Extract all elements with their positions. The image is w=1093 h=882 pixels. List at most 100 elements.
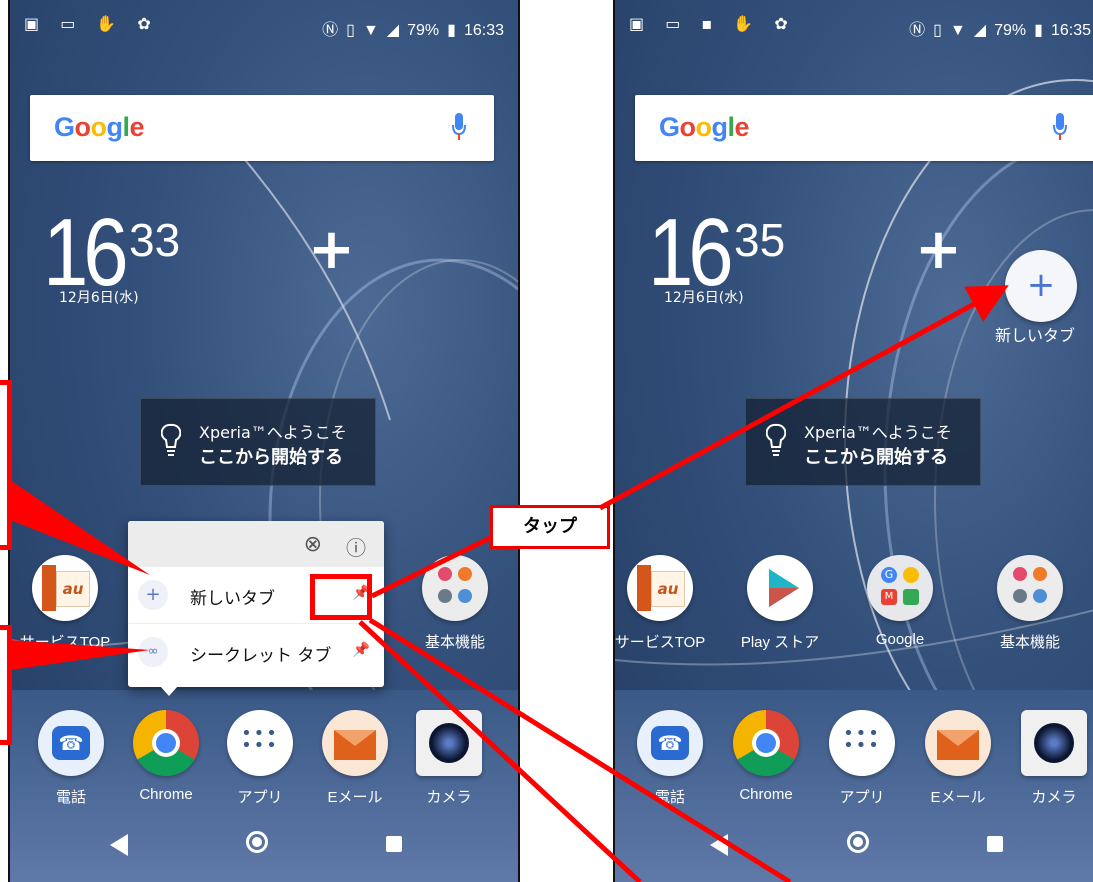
status-right: Ⓝ ▯ ▼ ◢ 79% ▮ 16:35 — [901, 16, 1091, 40]
pin-icon[interactable]: 📌 — [353, 642, 370, 658]
dock-chrome[interactable]: Chrome — [711, 710, 821, 803]
right-phone-screen: ▣ ▭ ▪ ✋ ✿ Ⓝ ▯ ▼ ◢ 79% ▮ 16:35 Google 16 35 12月… — [613, 0, 1093, 882]
status-right: Ⓝ ▯ ▼ ◢ 79% ▮ 16:33 — [314, 16, 504, 40]
au-icon: au — [627, 555, 693, 621]
status-bar: ▣ ▭ ▪ ✋ ✿ Ⓝ ▯ ▼ ◢ 79% ▮ 16:35 — [615, 12, 1093, 40]
clock-widget[interactable]: 16 35 12月6日(水) — [648, 205, 785, 307]
app-basic-functions[interactable]: 基本機能 — [975, 555, 1085, 652]
dock: ☎ 電話 Chrome ••• ••• アプリ Eメール カメラ — [615, 690, 1093, 882]
clock-minute: 35 — [734, 214, 786, 266]
clock-minute: 33 — [129, 214, 181, 266]
welcome-title: Xperia™へようこそ — [199, 423, 347, 442]
phone-icon: ☎ — [38, 710, 104, 776]
app-service-top[interactable]: au サービスTOP — [614, 555, 715, 652]
status-time: 16:33 — [463, 22, 504, 39]
incognito-icon: ∞ — [138, 637, 168, 667]
app-basic-functions[interactable]: 基本機能 — [400, 555, 510, 652]
left-highlight-box-bottom — [0, 625, 12, 745]
camera-icon — [1021, 710, 1087, 776]
mic-icon[interactable] — [1053, 113, 1067, 143]
recent-apps-icon[interactable] — [386, 836, 402, 852]
play-store-icon — [747, 555, 813, 621]
menu-item-label: シークレット タブ — [190, 646, 332, 666]
status-time: 16:35 — [1050, 22, 1091, 39]
google-logo: Google — [54, 112, 145, 142]
recent-apps-icon[interactable] — [987, 836, 1003, 852]
left-phone-screen: ▣ ▭ ✋ ✿ Ⓝ ▯ ▼ ◢ 79% ▮ 16:33 Google 16 33 12月6日… — [8, 0, 520, 882]
app-google-folder[interactable]: G M Google — [845, 555, 955, 648]
notification-icons: ▣ ▭ ▪ ✋ ✿ — [629, 14, 796, 33]
clock-date: 12月6日(水) — [664, 290, 744, 306]
dock-label: 電話 — [654, 789, 685, 806]
close-icon[interactable]: ⊗ — [304, 532, 322, 557]
basic-functions-icon — [422, 555, 488, 621]
dock-label: 電話 — [55, 789, 86, 806]
xperia-welcome-card[interactable]: Xperia™へようこそ ここから開始する — [745, 398, 981, 486]
menu-item-incognito-tab[interactable]: ∞ シークレット タブ 📌 — [128, 623, 384, 680]
add-widget-plus-icon[interactable]: + — [915, 222, 962, 278]
app-label: サービスTOP — [19, 634, 111, 651]
back-icon[interactable] — [710, 834, 728, 856]
home-icon[interactable] — [246, 831, 268, 853]
tap-callout: タップ — [490, 505, 610, 549]
welcome-action: ここから開始する — [804, 447, 948, 468]
email-icon — [322, 710, 388, 776]
battery-icon: ▮ — [1034, 22, 1043, 39]
dock-email[interactable]: Eメール — [903, 710, 1013, 807]
dock-apps[interactable]: ••• ••• アプリ — [807, 710, 917, 807]
menu-item-label: 新しいタブ — [190, 589, 275, 609]
dock-label: Chrome — [739, 786, 793, 803]
camera-icon — [416, 710, 482, 776]
dock-label: Eメール — [930, 789, 986, 806]
wifi-icon: ▼ — [949, 22, 966, 39]
app-label: 基本機能 — [424, 634, 485, 651]
chrome-icon — [133, 710, 199, 776]
phone-icon: ☎ — [637, 710, 703, 776]
dock-apps[interactable]: ••• ••• アプリ — [205, 710, 315, 807]
home-icon[interactable] — [847, 831, 869, 853]
info-icon[interactable]: ⓘ — [346, 532, 366, 561]
nfc-icon: Ⓝ — [322, 22, 339, 39]
dock-label: カメラ — [1031, 789, 1077, 806]
nav-bar — [10, 806, 518, 882]
email-icon — [925, 710, 991, 776]
lightbulb-icon — [161, 423, 181, 456]
popup-tail — [160, 686, 178, 696]
app-label: サービスTOP — [614, 634, 706, 651]
apps-icon: ••• ••• — [829, 710, 895, 776]
vibrate-icon: ▯ — [346, 22, 355, 39]
dock-phone[interactable]: ☎ 電話 — [16, 710, 126, 807]
popup-header: ⊗ ⓘ — [128, 521, 384, 567]
back-icon[interactable] — [110, 834, 128, 856]
dock-camera[interactable]: カメラ — [394, 710, 504, 807]
status-bar: ▣ ▭ ✋ ✿ Ⓝ ▯ ▼ ◢ 79% ▮ 16:33 — [10, 12, 518, 40]
google-search-bar[interactable]: Google — [635, 95, 1093, 161]
signal-icon: ◢ — [973, 22, 987, 39]
left-highlight-box-top — [0, 380, 12, 550]
vibrate-icon: ▯ — [933, 22, 942, 39]
au-icon: au — [32, 555, 98, 621]
google-search-bar[interactable]: Google — [30, 95, 494, 161]
app-play-store[interactable]: Play ストア — [725, 555, 835, 652]
basic-functions-icon — [997, 555, 1063, 621]
lightbulb-icon — [766, 423, 786, 456]
mic-icon[interactable] — [452, 113, 466, 143]
dock-phone[interactable]: ☎ 電話 — [615, 710, 725, 807]
apps-icon: ••• ••• — [227, 710, 293, 776]
dock-label: カメラ — [426, 789, 472, 806]
app-service-top[interactable]: au サービスTOP — [10, 555, 120, 652]
new-tab-shortcut-icon[interactable]: + — [1005, 250, 1077, 322]
clock-widget[interactable]: 16 33 12月6日(水) — [43, 205, 180, 307]
battery-percent: 79% — [994, 22, 1027, 39]
xperia-welcome-card[interactable]: Xperia™へようこそ ここから開始する — [140, 398, 376, 486]
add-widget-plus-icon[interactable]: + — [308, 222, 355, 278]
chrome-icon — [733, 710, 799, 776]
nfc-icon: Ⓝ — [909, 22, 926, 39]
new-tab-shortcut-label: 新しいタブ — [995, 326, 1076, 345]
dock-camera[interactable]: カメラ — [999, 710, 1093, 807]
battery-percent: 79% — [407, 22, 440, 39]
google-folder-icon: G M — [867, 555, 933, 621]
notification-icons: ▣ ▭ ✋ ✿ — [24, 14, 159, 33]
battery-icon: ▮ — [447, 22, 456, 39]
dock: ☎ 電話 Chrome ••• ••• アプリ Eメール カメラ — [10, 690, 518, 882]
